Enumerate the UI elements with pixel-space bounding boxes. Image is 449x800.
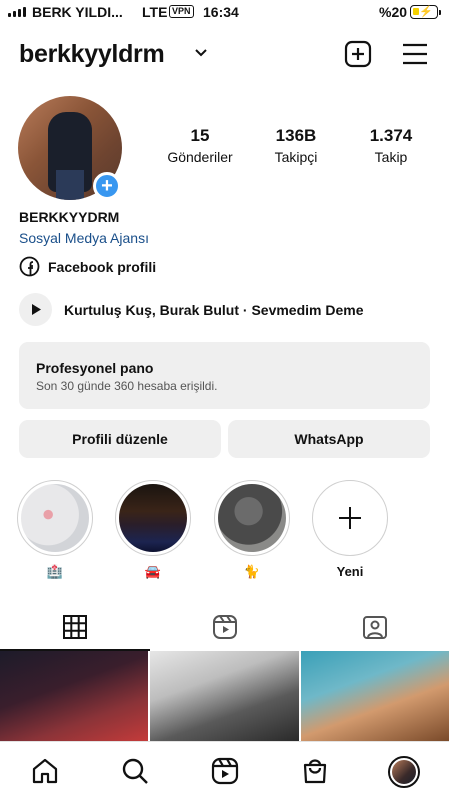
stat-posts[interactable]: 15 Gönderiler bbox=[150, 126, 250, 165]
stat-label: Gönderiler bbox=[167, 149, 233, 165]
add-story-icon[interactable]: + bbox=[93, 172, 121, 200]
nav-reels[interactable] bbox=[210, 756, 240, 786]
story-highlight[interactable]: 🚘 bbox=[115, 480, 191, 580]
highlight-label: Yeni bbox=[336, 564, 364, 579]
username-switcher[interactable]: berkkyyldrm bbox=[19, 40, 165, 69]
facebook-profile-link[interactable]: Facebook profili bbox=[19, 256, 156, 277]
profile-header: berkkyyldrm bbox=[0, 34, 449, 78]
status-bar: BERK YILDI... LTE VPN 16:34 %20 ⚡ bbox=[0, 0, 449, 24]
profile-avatar-large[interactable]: + bbox=[18, 96, 122, 200]
dashboard-subtitle: Son 30 günde 360 hesaba erişildi. bbox=[36, 379, 218, 393]
story-highlight[interactable]: 🐈 bbox=[214, 480, 290, 580]
stat-value: 136B bbox=[275, 126, 317, 145]
reels-icon bbox=[211, 757, 239, 785]
profile-avatar bbox=[388, 756, 420, 788]
edit-profile-button[interactable]: Profili düzenle bbox=[19, 420, 221, 458]
stat-followers[interactable]: 136B Takipçi bbox=[246, 126, 346, 165]
highlight-label: 🚘 bbox=[144, 564, 162, 579]
facebook-icon bbox=[19, 256, 40, 277]
nav-profile[interactable] bbox=[388, 756, 420, 788]
tagged-icon bbox=[363, 616, 387, 639]
whatsapp-button[interactable]: WhatsApp bbox=[228, 420, 430, 458]
plus-icon bbox=[339, 507, 361, 529]
display-name: BERKKYYDRM bbox=[19, 209, 120, 225]
grid-icon bbox=[63, 615, 87, 639]
stat-label: Takip bbox=[374, 149, 408, 165]
profile-category: Sosyal Medya Ajansı bbox=[19, 230, 149, 246]
stat-label: Takipçi bbox=[274, 149, 318, 165]
carrier-name: BERK YILDI... bbox=[32, 4, 123, 20]
post-thumbnail[interactable] bbox=[150, 651, 299, 741]
shop-icon bbox=[303, 759, 327, 784]
stat-value: 1.374 bbox=[369, 126, 413, 145]
highlight-label: 🐈 bbox=[243, 564, 261, 579]
stat-following[interactable]: 1.374 Takip bbox=[341, 126, 441, 165]
add-post-icon[interactable] bbox=[344, 40, 372, 68]
profile-tabs bbox=[0, 604, 449, 651]
new-highlight-button[interactable]: Yeni bbox=[312, 480, 388, 579]
reels-icon bbox=[213, 615, 237, 639]
nav-shop[interactable] bbox=[300, 756, 330, 786]
battery-icon: ⚡ bbox=[410, 5, 438, 19]
network-type: LTE bbox=[142, 4, 168, 20]
tab-reels[interactable] bbox=[150, 604, 300, 650]
bottom-navigation bbox=[0, 741, 449, 800]
post-thumbnail[interactable] bbox=[300, 651, 449, 741]
signal-icon bbox=[8, 7, 26, 17]
facebook-link-label: Facebook profili bbox=[48, 258, 157, 275]
story-highlight[interactable]: 🏥 bbox=[17, 480, 93, 580]
battery-percent: %20 bbox=[379, 4, 408, 20]
tab-grid[interactable] bbox=[0, 604, 150, 650]
post-thumbnail[interactable] bbox=[0, 651, 149, 741]
nav-search[interactable] bbox=[120, 756, 150, 786]
professional-dashboard[interactable]: Profesyonel pano Son 30 günde 360 hesaba… bbox=[19, 342, 430, 409]
menu-icon[interactable] bbox=[402, 43, 428, 65]
play-icon[interactable] bbox=[19, 293, 52, 326]
dashboard-title: Profesyonel pano bbox=[36, 360, 154, 376]
post-grid bbox=[0, 651, 449, 741]
highlight-label: 🏥 bbox=[46, 564, 64, 579]
nav-home[interactable] bbox=[30, 756, 60, 786]
clock: 16:34 bbox=[203, 4, 239, 20]
vpn-badge: VPN bbox=[169, 5, 194, 18]
stat-value: 15 bbox=[190, 126, 210, 145]
profile-music[interactable]: Kurtuluş Kuş, Burak Bulut · Sevmedim Dem… bbox=[19, 293, 364, 326]
search-icon bbox=[122, 758, 148, 784]
tab-tagged[interactable] bbox=[300, 604, 449, 650]
music-title: Kurtuluş Kuş, Burak Bulut · Sevmedim Dem… bbox=[64, 301, 364, 318]
home-icon bbox=[32, 758, 58, 784]
chevron-down-icon[interactable] bbox=[194, 48, 208, 58]
